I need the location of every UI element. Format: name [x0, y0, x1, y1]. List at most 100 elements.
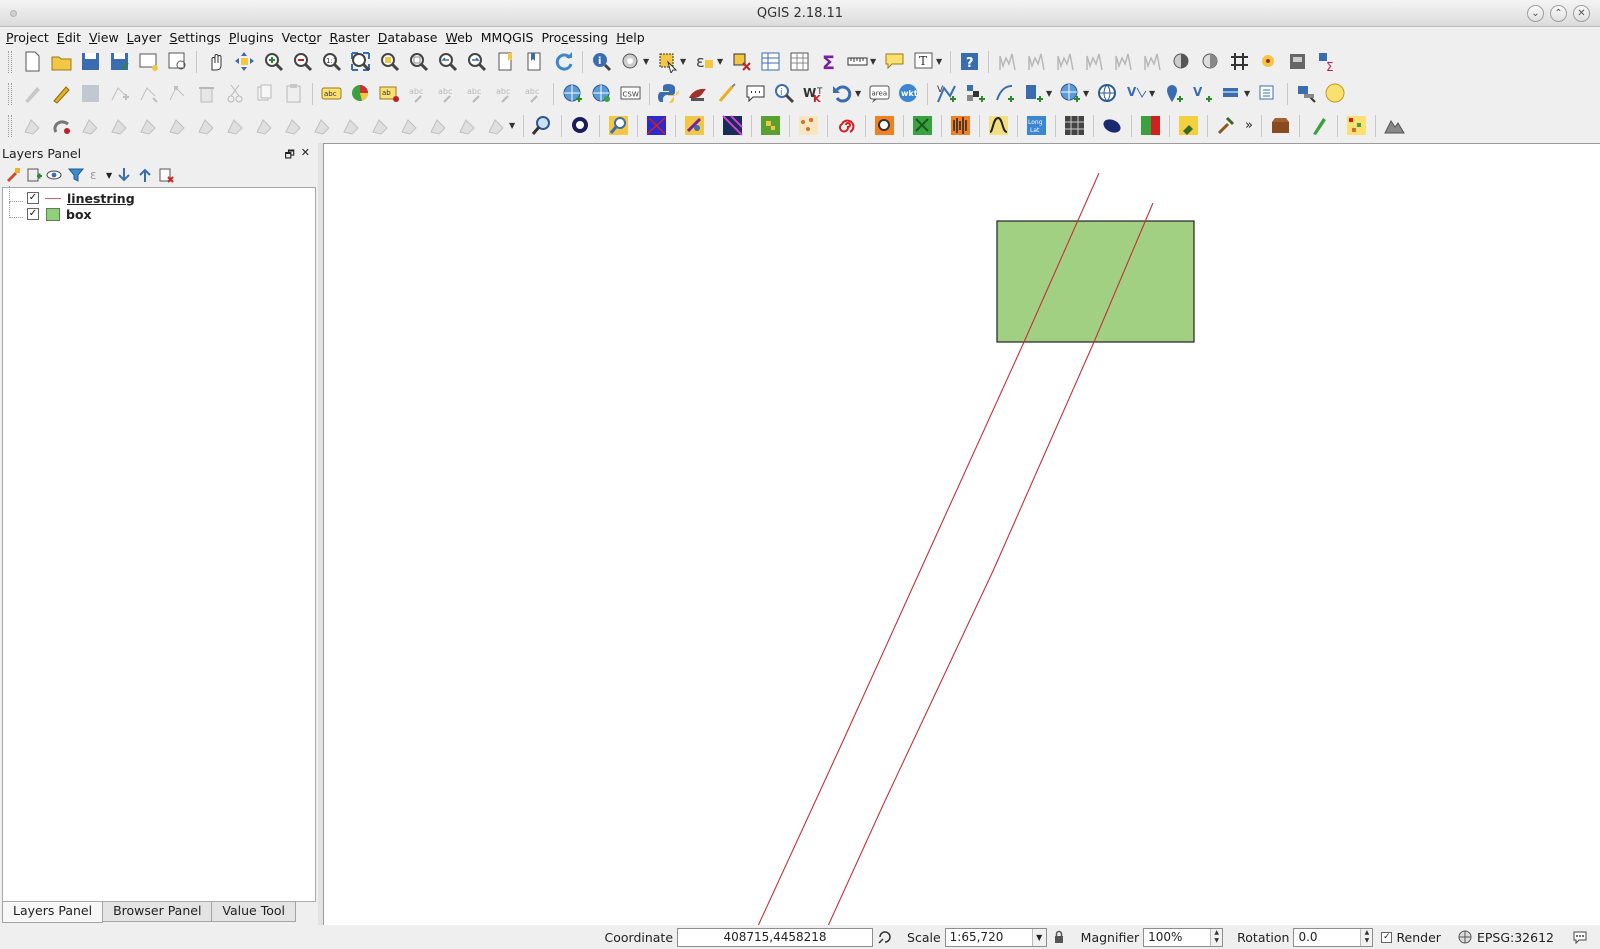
layer-visibility-checkbox[interactable]: ✓ — [27, 192, 39, 204]
tab-value-tool[interactable]: Value Tool — [211, 902, 297, 922]
save-layer-edits-icon[interactable] — [79, 82, 102, 105]
select-by-expression-icon[interactable]: ε — [693, 50, 716, 73]
statistical-summary-icon[interactable]: Σ — [817, 50, 840, 73]
chevron-down-icon[interactable]: ▼ — [643, 50, 651, 73]
annotation-icon[interactable] — [744, 82, 767, 105]
layer-row-linestring[interactable]: ✓ linestring — [3, 186, 315, 206]
zoom-to-selection-icon[interactable] — [378, 50, 401, 73]
decrease-brightness-icon[interactable] — [1141, 50, 1164, 73]
paste-features-icon[interactable] — [282, 82, 305, 105]
tab-browser-panel[interactable]: Browser Panel — [102, 902, 213, 922]
add-virtual-layer-icon[interactable]: V — [1125, 82, 1148, 105]
menu-help[interactable]: Help — [612, 30, 649, 45]
chevron-down-icon[interactable]: ▼ — [1083, 82, 1091, 105]
deselect-all-icon[interactable] — [730, 50, 753, 73]
menu-view[interactable]: View — [85, 30, 123, 45]
wkt-icon[interactable]: WKT — [802, 82, 825, 105]
maximize-icon[interactable]: ⌃ — [1550, 5, 1567, 22]
tab-layers-panel[interactable]: Layers Panel — [2, 902, 104, 923]
point-sampling-icon[interactable] — [797, 114, 820, 137]
grid-icon[interactable] — [1228, 50, 1251, 73]
add-arcgis-icon[interactable] — [1096, 82, 1119, 105]
audio-icon[interactable] — [949, 114, 972, 137]
chevron-down-icon[interactable]: ▼ — [1149, 82, 1157, 105]
cut-features-icon[interactable] — [224, 82, 247, 105]
cumulative-cut-icon[interactable] — [1083, 50, 1106, 73]
decrease-contrast-icon[interactable] — [1199, 50, 1222, 73]
toggle-editing-icon[interactable] — [50, 82, 73, 105]
menu-project[interactable]: Project — [2, 30, 53, 45]
add-wms-layer-icon[interactable] — [561, 82, 584, 105]
box-feature[interactable] — [996, 220, 1195, 343]
area-icon[interactable]: area — [868, 82, 891, 105]
search-layer-icon[interactable] — [531, 114, 554, 137]
new-bookmark-icon[interactable] — [494, 50, 517, 73]
terrain-profile-icon[interactable] — [1383, 114, 1406, 137]
crs-status[interactable]: EPSG:32612 — [1477, 930, 1554, 945]
text-annotation-icon[interactable]: T — [912, 50, 935, 73]
fill-ring-icon[interactable] — [224, 114, 247, 137]
add-ring-icon[interactable] — [50, 114, 73, 137]
toggle-extents-icon[interactable] — [877, 929, 893, 945]
add-db2-icon[interactable] — [1324, 82, 1347, 105]
chevron-down-icon[interactable]: ▼ — [1244, 82, 1252, 105]
zoom-full-icon[interactable] — [349, 50, 372, 73]
save-as-icon[interactable] — [108, 50, 131, 73]
increase-brightness-icon[interactable] — [1112, 50, 1135, 73]
info-tool-icon[interactable]: i — [773, 82, 796, 105]
digitizing-tool-icon[interactable] — [715, 82, 738, 105]
help-contents-icon[interactable]: ? — [958, 50, 981, 73]
menu-layer[interactable]: Layer — [123, 30, 166, 45]
collapse-all-icon[interactable] — [136, 166, 154, 184]
reshape-icon[interactable] — [311, 114, 334, 137]
composer-manager-icon[interactable] — [166, 50, 189, 73]
add-raster-icon[interactable] — [1220, 82, 1243, 105]
filter-expression-icon[interactable]: ε — [88, 166, 106, 184]
local-histogram-icon[interactable] — [1054, 50, 1077, 73]
menu-processing[interactable]: Processing — [537, 30, 612, 45]
crs-globe-icon[interactable] — [1457, 929, 1473, 945]
plug-icon[interactable] — [1177, 114, 1200, 137]
tools-icon[interactable] — [1215, 114, 1238, 137]
filter-legend-icon[interactable] — [67, 166, 85, 184]
zoom-to-layer-icon[interactable] — [407, 50, 430, 73]
new-print-composer-icon[interactable] — [137, 50, 160, 73]
menu-edit[interactable]: Edit — [53, 30, 85, 45]
new-project-icon[interactable] — [21, 50, 44, 73]
map-canvas[interactable] — [323, 143, 1600, 926]
chevron-down-icon[interactable]: ▼ — [717, 50, 725, 73]
georeferencer-icon[interactable] — [911, 114, 934, 137]
menu-plugins[interactable]: Plugins — [225, 30, 278, 45]
coordinate-field[interactable]: 408715,4458218 — [677, 927, 874, 947]
open-field-calculator-icon[interactable] — [788, 50, 811, 73]
layer-visibility-checkbox[interactable]: ✓ — [27, 208, 39, 220]
rotate-feature-icon[interactable] — [137, 114, 160, 137]
add-delimited-text-icon[interactable] — [993, 82, 1016, 105]
delete-selected-icon[interactable] — [195, 82, 218, 105]
add-oracle-icon[interactable] — [1257, 82, 1280, 105]
spin-arrows-icon[interactable]: ▲ ▼ — [1360, 928, 1373, 946]
node-tool-icon[interactable] — [166, 82, 189, 105]
group-stats-icon[interactable]: Σ — [1315, 50, 1338, 73]
pen-tool-icon[interactable] — [1307, 114, 1330, 137]
undo-icon[interactable] — [79, 114, 102, 137]
raster-calc-icon[interactable] — [759, 114, 782, 137]
copy-features-icon[interactable] — [253, 82, 276, 105]
chevron-down-icon[interactable]: ▼ — [680, 50, 688, 73]
show-hide-labels-icon[interactable]: abc — [436, 82, 459, 105]
chevron-down-icon[interactable]: ▼ — [936, 50, 944, 73]
open-project-icon[interactable] — [50, 50, 73, 73]
grid-map-icon[interactable] — [1063, 114, 1086, 137]
split-parts-icon[interactable] — [398, 114, 421, 137]
gear-icon[interactable] — [873, 114, 896, 137]
sine-wave-icon[interactable] — [987, 114, 1010, 137]
coordinate-capture-icon[interactable] — [1257, 50, 1280, 73]
redo-icon[interactable] — [108, 114, 131, 137]
menu-vector[interactable]: Vector — [278, 30, 326, 45]
merge-features-icon[interactable] — [456, 114, 479, 137]
chevron-down-icon[interactable]: ▼ — [1031, 928, 1046, 946]
remove-layer-icon[interactable] — [157, 166, 175, 184]
chevron-down-icon[interactable]: ▼ — [870, 50, 878, 73]
scale-combo[interactable]: 1:65,720 ▼ — [944, 927, 1047, 947]
add-mssql-icon[interactable] — [1295, 82, 1318, 105]
